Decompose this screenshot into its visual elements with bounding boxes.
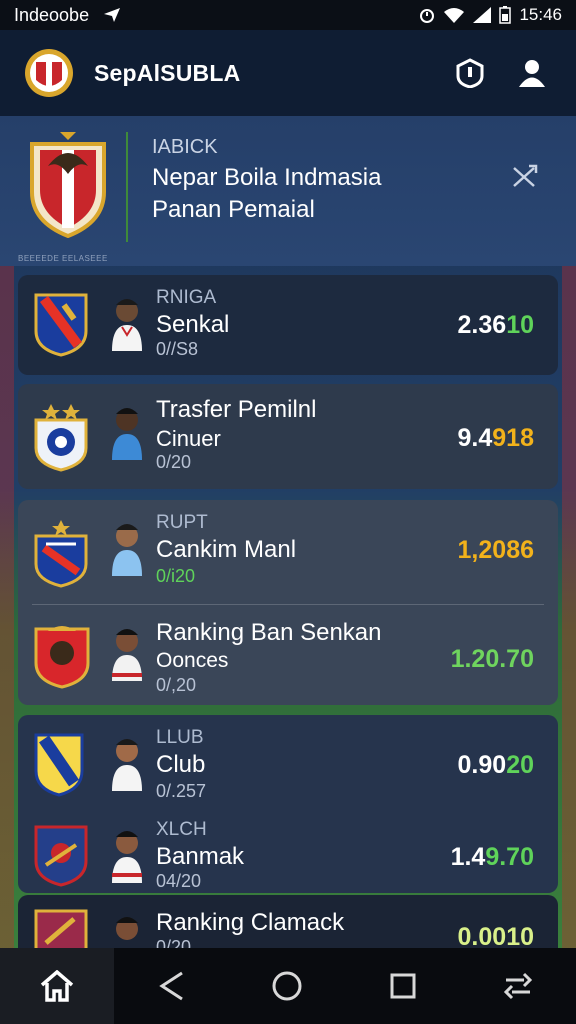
- list-item[interactable]: LLUB Club 0/.257 0.9020: [18, 715, 558, 815]
- row-score: 2.3610: [458, 311, 534, 340]
- club-crest-icon: [34, 404, 88, 472]
- nav-home-button[interactable]: [0, 948, 114, 1024]
- club-crest-logo: [25, 49, 73, 97]
- row-subtitle: 0/20: [156, 452, 192, 472]
- alarm-icon: [420, 9, 435, 23]
- ranking-card[interactable]: Trasfer Pemilnl Cinuer 0/20 9.4918: [18, 384, 558, 489]
- list-item[interactable]: RUPT Cankim Manl 0/i20 1,2086: [18, 500, 558, 600]
- header-kicker: IABICK: [152, 136, 218, 158]
- shuffle-button[interactable]: [512, 164, 540, 195]
- row-kicker: RUPT: [156, 512, 208, 533]
- row-kicker: RNIGA: [156, 287, 217, 308]
- club-crest-icon: [34, 825, 88, 887]
- row-title-line2: Oonces: [156, 649, 229, 672]
- score-main: 2.36: [457, 311, 507, 339]
- player-avatar: [112, 831, 142, 883]
- profile-button[interactable]: [512, 53, 552, 93]
- row-subtitle: 04/20: [156, 871, 202, 891]
- club-crest-icon: [34, 733, 84, 797]
- score-main: 0.90: [457, 751, 507, 779]
- list-item[interactable]: RNIGA Senkal 0//S8 2.3610: [18, 275, 558, 375]
- score-accent: 918: [492, 424, 534, 452]
- row-subtitle: 0/.257: [156, 781, 207, 801]
- nav-menu-button[interactable]: [461, 948, 576, 1024]
- nav-recents-button[interactable]: [345, 948, 461, 1024]
- row-score: 1,2086: [458, 536, 534, 565]
- row-score: 0.9020: [458, 751, 534, 780]
- club-crest-icon: [34, 520, 88, 588]
- navigation-bar: [0, 948, 576, 1024]
- player-avatar: [112, 408, 142, 460]
- list-item[interactable]: Ranking Ban Senkan Oonces 0/,20 1.20.70: [18, 605, 558, 705]
- indonesia-federation-crest: [30, 132, 106, 238]
- user-icon: [519, 60, 545, 87]
- row-subtitle: 0/i20: [156, 566, 196, 586]
- ranking-card[interactable]: LLUB Club 0/.257 0.9020 XLCH Banmak 04/2…: [18, 715, 558, 893]
- location-arrow-icon: [104, 8, 121, 22]
- club-crest-icon: [34, 293, 88, 357]
- row-title: Cankim Manl: [156, 536, 297, 563]
- player-avatar: [112, 739, 142, 791]
- row-title: Banmak: [156, 843, 245, 870]
- row-title: Ranking Ban Senkan: [156, 619, 382, 646]
- ranking-card[interactable]: RNIGA Senkal 0//S8 2.3610: [18, 275, 558, 375]
- app-bar: SepAlSUBLA: [0, 30, 576, 116]
- menu-icon: [504, 972, 533, 1000]
- back-icon: [158, 971, 183, 1001]
- row-title: Club: [156, 751, 206, 778]
- app-title: SepAlSUBLA: [94, 59, 241, 86]
- battery-icon: [499, 6, 512, 24]
- signal-icon: [473, 7, 492, 23]
- row-title: Senkal: [156, 311, 230, 338]
- clock-label: 15:46: [519, 5, 562, 24]
- list-item[interactable]: Trasfer Pemilnl Cinuer 0/20 9.4918: [18, 384, 558, 484]
- nav-back-button[interactable]: [114, 948, 230, 1024]
- ranking-card[interactable]: RUPT Cankim Manl 0/i20 1,2086 Ranking Ba…: [18, 500, 558, 705]
- player-avatar: [112, 299, 142, 351]
- row-subtitle: 0/,20: [156, 675, 197, 695]
- player-avatar: [112, 629, 142, 681]
- home-circle-icon: [272, 971, 302, 1001]
- player-avatar: [116, 917, 138, 940]
- header-title: Nepar Boila Indmasia: [152, 164, 382, 191]
- status-bar: Indeoobe 15:46: [0, 0, 576, 30]
- recents-icon: [390, 973, 416, 999]
- row-kicker: LLUB: [156, 727, 204, 748]
- player-avatar: [112, 524, 142, 576]
- row-score: 0.0010: [458, 923, 534, 948]
- club-crest-icon: [34, 909, 88, 948]
- home-icon: [40, 970, 74, 1002]
- row-kicker: XLCH: [156, 819, 207, 840]
- row-title-line2: Cinuer: [156, 426, 221, 451]
- list-item[interactable]: XLCH Banmak 04/20 1.49.70: [18, 807, 558, 907]
- score-accent: 9.70: [485, 843, 534, 871]
- header-divider: [126, 132, 128, 242]
- row-title: Ranking Clamack: [156, 909, 345, 936]
- shield-badge-icon: [456, 58, 484, 88]
- row-score: 9.4918: [458, 424, 534, 453]
- score-accent: 10: [506, 311, 534, 339]
- score-main: 9.4: [457, 424, 493, 452]
- nav-home-circle-button[interactable]: [230, 948, 346, 1024]
- row-score: 1.20.70: [451, 645, 534, 674]
- score-accent: 20: [506, 751, 534, 779]
- header-caption: BEEEEDE EELASEEE: [18, 254, 108, 263]
- notifications-button[interactable]: [450, 53, 490, 93]
- row-score: 1.49.70: [451, 843, 534, 872]
- carrier-label: Indeoobe: [14, 4, 90, 25]
- row-subtitle: 0//S8: [156, 339, 199, 359]
- score-main: 1.4: [450, 843, 486, 871]
- shuffle-icon: [513, 164, 538, 187]
- header-subtitle: Panan Pemaial: [152, 196, 315, 223]
- club-crest-icon: [34, 626, 90, 689]
- row-subtitle: 0/20: [156, 937, 192, 948]
- row-title: Trasfer Pemilnl: [156, 396, 317, 423]
- score-accent: 0.0010: [457, 923, 534, 948]
- score-accent: 1.20.70: [450, 645, 534, 673]
- score-accent: 1,2086: [457, 536, 534, 564]
- ranking-card[interactable]: Ranking Clamack 0/20 0.0010: [18, 895, 558, 948]
- featured-header[interactable]: IABICK Nepar Boila Indmasia Panan Pemaia…: [0, 116, 576, 266]
- list-item[interactable]: Ranking Clamack 0/20 0.0010: [18, 895, 558, 948]
- wifi-icon: [444, 8, 465, 23]
